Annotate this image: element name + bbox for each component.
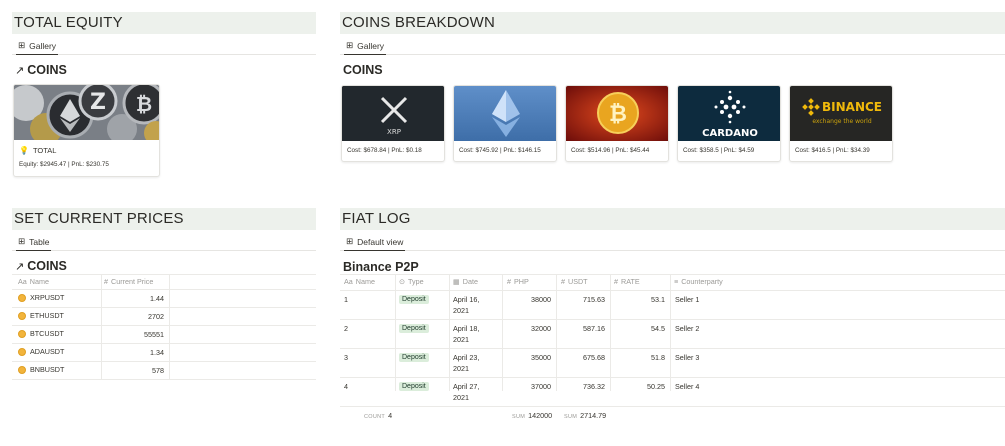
table-icon: ⊞ (346, 236, 354, 246)
total-equity-section: TOTAL EQUITY ⊞ Gallery ↗ COINS Z ₿ 💡 TOT… (12, 12, 316, 177)
type-tag: Deposit (399, 353, 429, 362)
gallery-card-eth[interactable]: Cost: $745.92 | PnL: $146.15 (453, 85, 557, 162)
coin-icon (18, 330, 26, 339)
gallery-card-bnb[interactable]: BINANCE exchange the world Cost: $416.5 … (789, 85, 893, 162)
section-title: TOTAL EQUITY (12, 12, 316, 34)
svg-text:Z: Z (90, 90, 106, 115)
view-tab-default[interactable]: ⊞ Default view (344, 232, 406, 251)
column-header-name[interactable]: Aa Name (344, 277, 375, 286)
table-row[interactable]: 2 Deposit April 18, 2021 32000 587.16 54.… (340, 319, 1005, 348)
column-header-price[interactable]: # Current Price (104, 277, 153, 286)
type-tag: Deposit (399, 295, 429, 304)
column-header-type[interactable]: ⊙ Type (399, 277, 424, 286)
lightbulb-icon: 💡 (19, 146, 29, 155)
view-tab-table[interactable]: ⊞ Table (16, 232, 52, 251)
xrp-logo-image: XRP (342, 86, 444, 141)
card-subtitle: Cost: $678.84 | PnL: $0.18 (347, 147, 422, 154)
coin-icon (18, 312, 26, 321)
table-row[interactable]: XRPUSDT 1.44 (12, 289, 316, 307)
table-row[interactable]: ADAUSDT 1.34 (12, 343, 316, 361)
gallery-card-total[interactable]: Z ₿ 💡 TOTAL Equity: $2945.47 | PnL: $230… (13, 84, 160, 177)
svg-text:exchange the world: exchange the world (812, 118, 871, 125)
table-row[interactable]: 1 Deposit April 16, 2021 38000 715.63 53.… (340, 290, 1005, 319)
calendar-icon: ▦ (453, 277, 460, 286)
type-tag: Deposit (399, 382, 429, 391)
fiat-log-table: Aa Name ⊙ Type ▦ Date # PHP # USDT # RATE ≡ Cou… (340, 274, 1005, 424)
database-title[interactable]: Binance P2P (343, 260, 1005, 274)
view-tab-gallery[interactable]: ⊞ Gallery (344, 36, 387, 55)
card-subtitle: Cost: $745.92 | PnL: $146.15 (459, 147, 541, 154)
bitcoin-coin-image: ₿ (566, 86, 668, 141)
link-arrow-icon: ↗ (15, 64, 25, 77)
section-title: SET CURRENT PRICES (12, 208, 316, 230)
coin-icon (18, 348, 26, 357)
gallery-card-btc[interactable]: ₿ Cost: $514.96 | PnL: $45.44 (565, 85, 669, 162)
database-title[interactable]: COINS (343, 63, 1005, 77)
column-header-rate[interactable]: # RATE (614, 277, 640, 286)
svg-text:CARDANO: CARDANO (702, 128, 758, 139)
binance-logo-image: BINANCE exchange the world (790, 86, 892, 141)
crypto-coins-image: Z ₿ (14, 85, 159, 140)
svg-text:₿: ₿ (136, 92, 152, 116)
number-type-icon: # (561, 277, 565, 286)
table-row[interactable]: BTCUSDT 55551 (12, 325, 316, 343)
svg-text:BINANCE: BINANCE (822, 100, 882, 114)
column-header-date[interactable]: ▦ Date (453, 277, 478, 286)
column-header-php[interactable]: # PHP (507, 277, 529, 286)
svg-text:₿: ₿ (609, 102, 627, 127)
card-subtitle: Cost: $358.5 | PnL: $4.59 (683, 147, 755, 154)
section-title: COINS BREAKDOWN (340, 12, 1005, 34)
gallery-card-ada[interactable]: CARDANO Cost: $358.5 | PnL: $4.59 (677, 85, 781, 162)
column-header-counterparty[interactable]: ≡ Counterparty (674, 277, 723, 286)
footer-count[interactable]: COUNT 4 (364, 411, 392, 420)
column-header-name[interactable]: Aa Name (18, 277, 49, 286)
card-subtitle: Cost: $416.5 | PnL: $34.39 (795, 147, 870, 154)
table-row[interactable]: BNBUSDT 578 (12, 361, 316, 379)
footer-sum-usdt[interactable]: SUM 2714.79 (564, 411, 606, 420)
column-header-usdt[interactable]: # USDT (561, 277, 588, 286)
text-type-icon: Aa (344, 277, 353, 286)
table-row[interactable]: 3 Deposit April 23, 2021 35000 675.68 51.… (340, 348, 1005, 377)
gallery-icon: ⊞ (18, 40, 26, 50)
table-icon: ⊞ (18, 236, 26, 246)
coins-breakdown-section: COINS BREAKDOWN ⊞ Gallery COINS XRP Cost… (340, 12, 1005, 162)
svg-text:XRP: XRP (387, 128, 401, 136)
card-subtitle: Equity: $2945.47 | PnL: $230.75 (19, 161, 109, 168)
section-title: FIAT LOG (340, 208, 1005, 230)
database-title[interactable]: ↗ COINS (15, 259, 316, 273)
set-current-prices-section: SET CURRENT PRICES ⊞ Table ↗ COINS Aa Na… (12, 208, 316, 380)
card-subtitle: Cost: $514.96 | PnL: $45.44 (571, 147, 650, 154)
type-tag: Deposit (399, 324, 429, 333)
fiat-log-section: FIAT LOG ⊞ Default view Binance P2P Aa Na… (340, 208, 1005, 420)
link-arrow-icon: ↗ (15, 260, 25, 273)
gallery-icon: ⊞ (346, 40, 354, 50)
cardano-logo-image: CARDANO (678, 86, 780, 141)
table-row[interactable]: 4 Deposit April 27, 2021 37000 736.32 50.… (340, 377, 1005, 406)
coin-icon (18, 294, 26, 303)
text-type-icon: Aa (18, 277, 27, 286)
number-type-icon: # (614, 277, 618, 286)
number-type-icon: # (104, 277, 108, 286)
select-type-icon: ⊙ (399, 277, 406, 286)
text-lines-icon: ≡ (674, 277, 679, 286)
table-row[interactable]: ETHUSDT 2702 (12, 307, 316, 325)
card-title: TOTAL (32, 146, 57, 155)
view-tab-gallery[interactable]: ⊞ Gallery (16, 36, 59, 55)
ethereum-logo-image (454, 86, 556, 141)
number-type-icon: # (507, 277, 511, 286)
coin-icon (18, 366, 26, 375)
gallery-card-xrp[interactable]: XRP Cost: $678.84 | PnL: $0.18 (341, 85, 445, 162)
prices-table: Aa Name # Current Price XRPUSDT 1.44 ETH… (12, 274, 316, 384)
footer-sum-php[interactable]: SUM 142000 (512, 411, 552, 420)
database-title[interactable]: ↗ COINS (15, 63, 316, 77)
